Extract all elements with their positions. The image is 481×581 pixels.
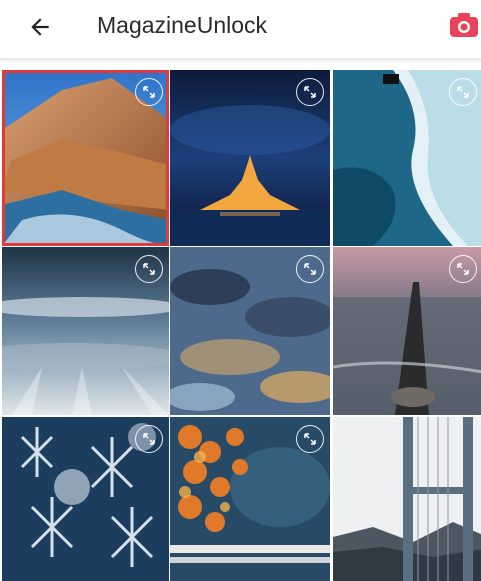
expand-icon[interactable] xyxy=(135,78,163,106)
app-bar: MagazineUnlock xyxy=(0,0,481,59)
page-title: MagazineUnlock xyxy=(97,12,268,38)
wallpaper-tile-autumn-leaves-water[interactable] xyxy=(170,417,330,581)
back-button[interactable] xyxy=(22,9,58,45)
expand-icon[interactable] xyxy=(296,78,324,106)
wallpaper-tile-breakwater-sea[interactable] xyxy=(333,247,481,415)
wallpaper-grid xyxy=(0,70,481,581)
expand-icon[interactable] xyxy=(135,255,163,283)
camera-icon xyxy=(450,13,478,37)
wallpaper-tile-cloudy-sky-rays[interactable] xyxy=(2,247,169,415)
wallpaper-tile-surfer-waves[interactable] xyxy=(333,70,481,246)
expand-icon[interactable] xyxy=(449,255,477,283)
wallpaper-tile-castle-island-night[interactable] xyxy=(170,70,330,246)
expand-icon[interactable] xyxy=(135,425,163,453)
expand-icon[interactable] xyxy=(296,255,324,283)
expand-icon[interactable] xyxy=(449,78,477,106)
wallpaper-tile-frost-crystals[interactable] xyxy=(2,417,169,581)
wallpaper-tile-dusk-clouds[interactable] xyxy=(170,247,330,415)
camera-button[interactable] xyxy=(447,10,481,40)
wallpaper-tile-coastal-rocks[interactable] xyxy=(2,70,169,246)
photo-suspension-bridge xyxy=(333,417,481,581)
expand-icon[interactable] xyxy=(296,425,324,453)
wallpaper-tile-suspension-bridge[interactable] xyxy=(333,417,481,581)
arrow-left-icon xyxy=(31,18,49,36)
